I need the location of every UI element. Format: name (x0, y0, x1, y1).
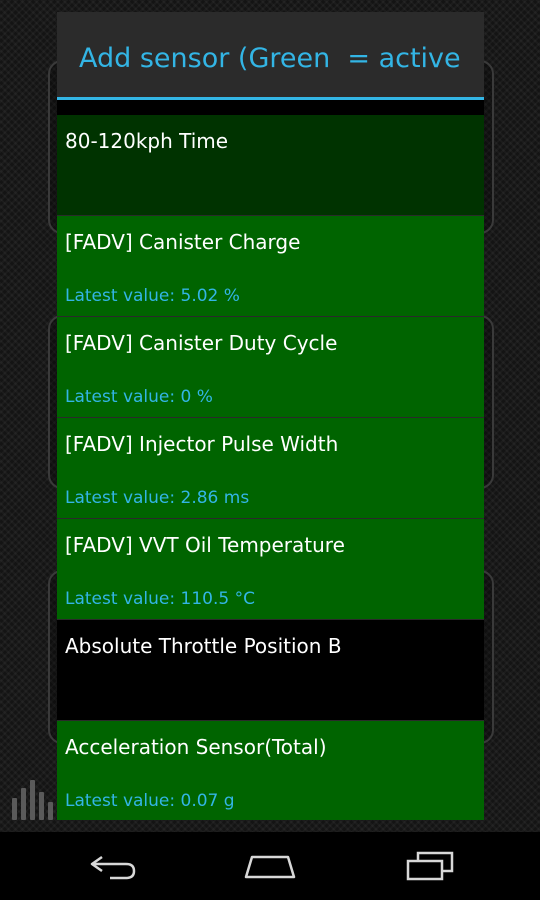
home-button[interactable] (210, 832, 330, 900)
sensor-latest-value: Latest value: 0 % (65, 387, 213, 407)
home-icon (244, 855, 296, 879)
navigation-bar (0, 832, 540, 900)
sensor-name: [FADV] Canister Charge (65, 230, 301, 254)
sensor-latest-value: Latest value: 2.86 ms (65, 488, 250, 508)
sensor-item[interactable]: 80-120kph Time (57, 115, 484, 216)
add-sensor-dialog: Add sensor (Green = active 80-120kph Tim… (57, 12, 484, 820)
sensor-item[interactable]: [FADV] VVT Oil Temperature Latest value:… (57, 519, 484, 620)
recents-button[interactable] (370, 832, 490, 900)
sensor-item[interactable]: Absolute Throttle Position B (57, 620, 484, 721)
sensor-item[interactable]: [FADV] Canister Charge Latest value: 5.0… (57, 216, 484, 317)
gauge-bars-icon (10, 776, 54, 820)
sensor-name: [FADV] Canister Duty Cycle (65, 331, 338, 355)
sensor-list: 80-120kph Time [FADV] Canister Charge La… (57, 115, 484, 820)
sensor-latest-value: Latest value: 5.02 % (65, 286, 240, 306)
sensor-name: Acceleration Sensor(Total) (65, 735, 327, 759)
dialog-header: Add sensor (Green = active (57, 12, 484, 100)
sensor-latest-value: Latest value: 0.07 g (65, 791, 235, 811)
sensor-name: [FADV] Injector Pulse Width (65, 432, 339, 456)
sensor-latest-value: Latest value: 110.5 °C (65, 589, 255, 609)
dialog-title: Add sensor (Green = active (79, 43, 461, 74)
sensor-item[interactable]: [FADV] Injector Pulse Width Latest value… (57, 418, 484, 519)
back-button[interactable] (53, 832, 173, 900)
sensor-item[interactable]: Acceleration Sensor(Total) Latest value:… (57, 721, 484, 820)
sensor-name: 80-120kph Time (65, 129, 229, 153)
recents-icon (406, 851, 454, 881)
sensor-name: Absolute Throttle Position B (65, 634, 342, 658)
sensor-name: [FADV] VVT Oil Temperature (65, 533, 345, 557)
back-icon (90, 855, 136, 880)
sensor-item[interactable]: [FADV] Canister Duty Cycle Latest value:… (57, 317, 484, 418)
